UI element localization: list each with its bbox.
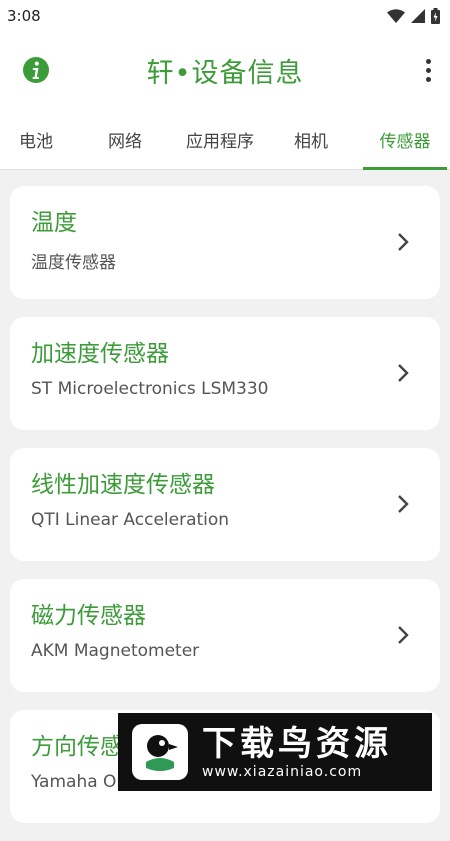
sensor-title: 磁力传感器: [31, 603, 146, 629]
more-vert-icon[interactable]: [420, 56, 436, 84]
sensor-title: 温度: [31, 210, 77, 236]
watermark-banner: 下载鸟资源 www.xiazainiao.com: [118, 713, 432, 791]
page-title: 轩•设备信息: [146, 57, 304, 89]
info-icon[interactable]: [22, 56, 50, 84]
chevron-right-icon: [398, 233, 409, 251]
sensor-title: 线性加速度传感器: [31, 472, 215, 498]
watermark-title: 下载鸟资源: [202, 724, 392, 764]
tab-apps[interactable]: 应用程序: [178, 108, 262, 170]
wifi-icon: [387, 9, 405, 23]
tab-battery[interactable]: 电池: [0, 108, 72, 170]
tab-network[interactable]: 网络: [72, 108, 178, 170]
tab-sensors[interactable]: 传感器: [360, 108, 450, 170]
status-time: 3:08: [7, 7, 41, 25]
sensor-subtitle: ST Microelectronics LSM330: [31, 379, 269, 399]
app-bar: 轩•设备信息: [0, 32, 450, 108]
status-bar: 3:08: [0, 0, 450, 32]
battery-icon: [431, 8, 440, 24]
cell-signal-icon: [411, 9, 425, 23]
tab-camera[interactable]: 相机: [262, 108, 360, 170]
watermark-url: www.xiazainiao.com: [202, 764, 363, 780]
sensor-card-accelerometer[interactable]: 加速度传感器 ST Microelectronics LSM330: [10, 317, 440, 430]
chevron-right-icon: [398, 364, 409, 382]
sensor-subtitle: AKM Magnetometer: [31, 641, 200, 661]
sensor-card-linear-acceleration[interactable]: 线性加速度传感器 QTI Linear Acceleration: [10, 448, 440, 561]
sensor-subtitle: QTI Linear Acceleration: [31, 510, 230, 530]
sensor-title: 加速度传感器: [31, 341, 169, 367]
sensor-card-magnetometer[interactable]: 磁力传感器 AKM Magnetometer: [10, 579, 440, 692]
chevron-right-icon: [398, 626, 409, 644]
sensor-card-temperature[interactable]: 温度 温度传感器: [10, 186, 440, 299]
bird-logo-icon: [132, 724, 188, 780]
chevron-right-icon: [398, 495, 409, 513]
status-icons: [387, 8, 440, 24]
sensor-subtitle: 温度传感器: [31, 253, 116, 273]
tab-bar: 电池 网络 应用程序 相机 传感器: [0, 108, 450, 170]
